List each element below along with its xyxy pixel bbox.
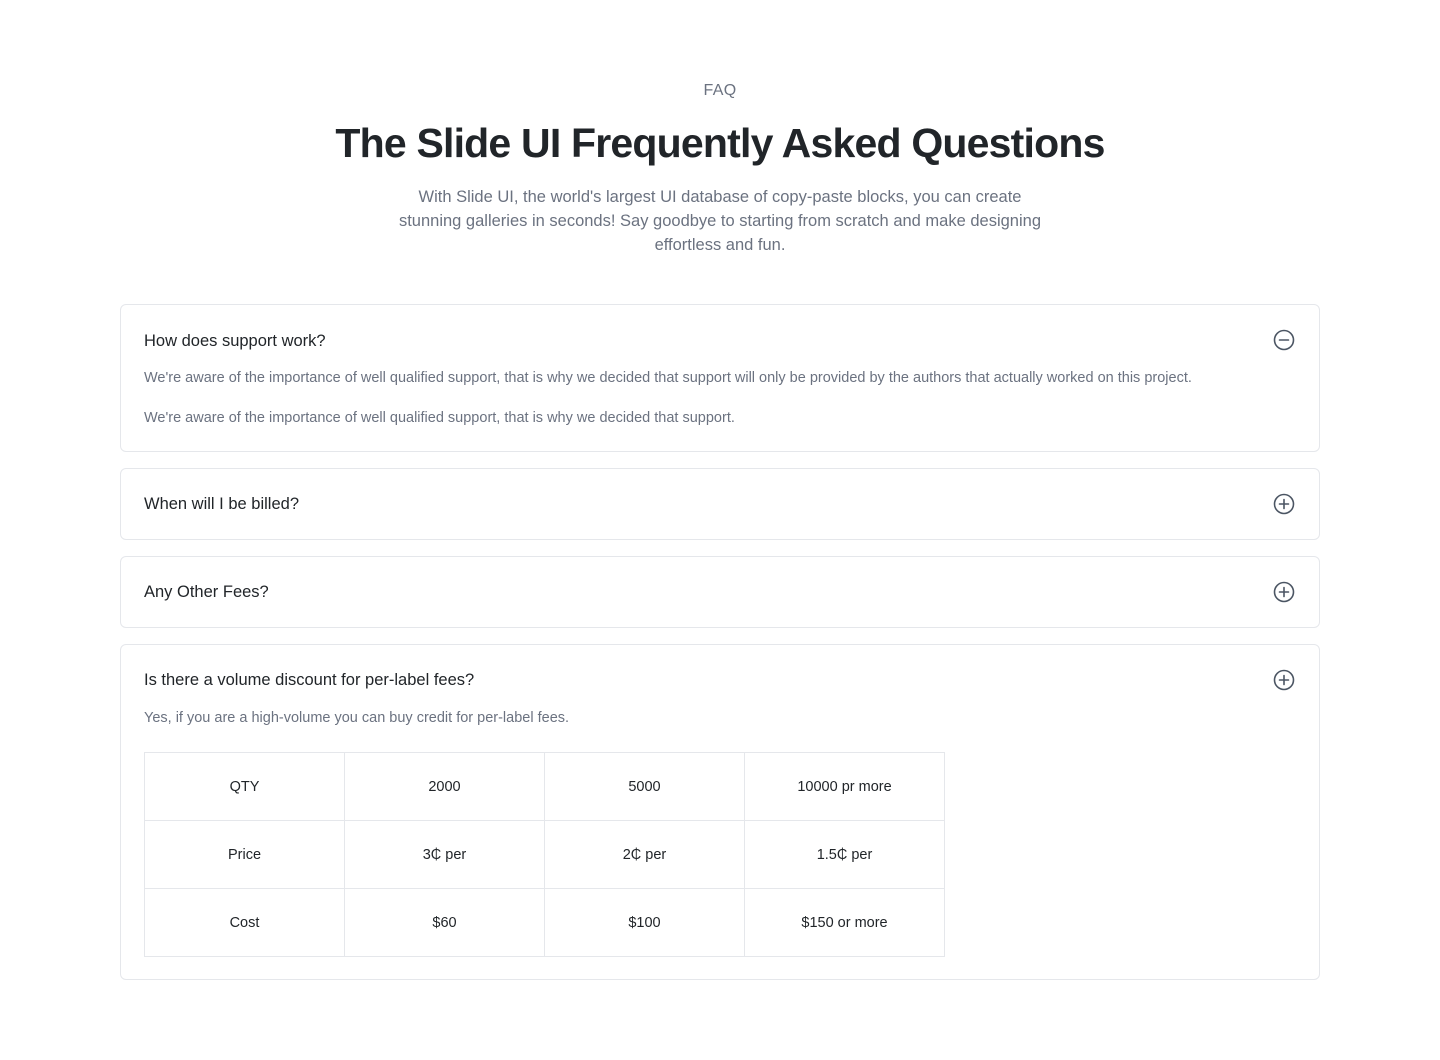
- table-cell: 3₵ per: [344, 820, 545, 889]
- plus-circle-icon[interactable]: [1273, 493, 1295, 515]
- minus-circle-icon[interactable]: [1273, 329, 1295, 351]
- page-title: The Slide UI Frequently Asked Questions: [335, 120, 1105, 166]
- table-cell: $150 or more: [744, 888, 945, 957]
- faq-item-volume-discount: Is there a volume discount for per-label…: [120, 644, 1320, 980]
- faq-question[interactable]: Any Other Fees?: [144, 583, 269, 602]
- table-cell: 2₵ per: [544, 820, 745, 889]
- faq-item-support: How does support work? We're aware of th…: [120, 304, 1320, 452]
- faq-item-billing[interactable]: When will I be billed?: [120, 468, 1320, 540]
- plus-circle-icon[interactable]: [1273, 669, 1295, 691]
- faq-question[interactable]: When will I be billed?: [144, 495, 299, 514]
- plus-circle-icon[interactable]: [1273, 581, 1295, 603]
- table-cell: 2000: [344, 752, 545, 821]
- table-row: Price 3₵ per 2₵ per 1.5₵ per: [144, 820, 945, 889]
- table-cell: 5000: [544, 752, 745, 821]
- table-row: QTY 2000 5000 10000 pr more: [144, 752, 945, 821]
- table-cell: $100: [544, 888, 745, 957]
- faq-answer: We're aware of the importance of well qu…: [144, 410, 735, 426]
- page-subtitle: With Slide UI, the world's largest UI da…: [398, 188, 1042, 254]
- faq-question[interactable]: Is there a volume discount for per-label…: [144, 671, 474, 690]
- table-cell: 1.5₵ per: [744, 820, 945, 889]
- table-row: Cost $60 $100 $150 or more: [144, 888, 945, 957]
- faq-answer: We're aware of the importance of well qu…: [144, 370, 1192, 386]
- eyebrow-label: FAQ: [703, 82, 737, 99]
- pricing-table: QTY 2000 5000 10000 pr more Price 3₵ per…: [144, 752, 945, 957]
- faq-answer: Yes, if you are a high-volume you can bu…: [144, 710, 570, 726]
- table-cell: $60: [344, 888, 545, 957]
- table-cell: QTY: [144, 752, 345, 821]
- table-cell: 10000 pr more: [744, 752, 945, 821]
- table-cell: Price: [144, 820, 345, 889]
- faq-item-fees[interactable]: Any Other Fees?: [120, 556, 1320, 628]
- faq-page: FAQ The Slide UI Frequently Asked Questi…: [0, 0, 1440, 1060]
- faq-question[interactable]: How does support work?: [144, 332, 326, 351]
- table-cell: Cost: [144, 888, 345, 957]
